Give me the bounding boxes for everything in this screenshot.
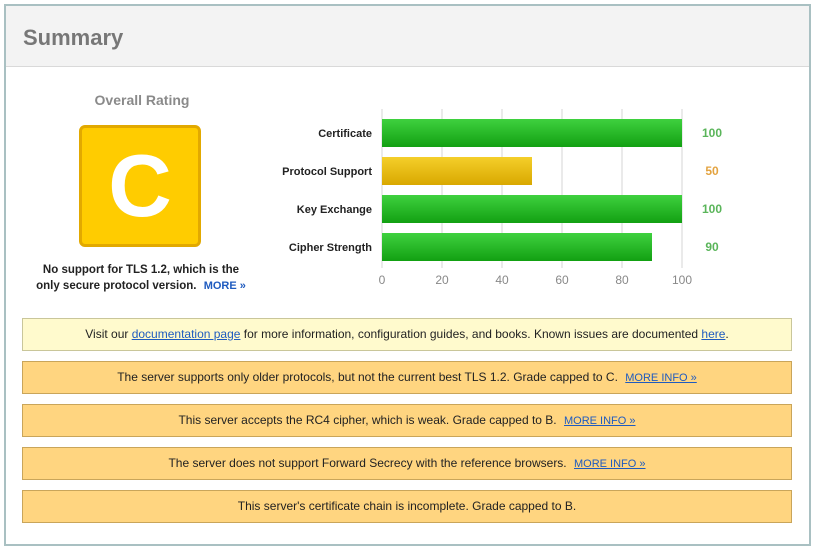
category-label-cipher-strength: Cipher Strength [289, 242, 372, 254]
notice-tls12-text: The server supports only older protocols… [117, 370, 618, 384]
known-issues-link[interactable]: here [701, 327, 725, 341]
notice-rc4-more-link[interactable]: MORE INFO » [564, 415, 636, 427]
value-label-protocol-support: 50 [705, 164, 719, 178]
value-label-key-exchange: 100 [702, 202, 722, 216]
category-label-protocol-support: Protocol Support [282, 166, 372, 178]
notice-tls12: The server supports only older protocols… [22, 361, 792, 394]
notice-forward-secrecy: The server does not support Forward Secr… [22, 447, 792, 480]
notice-rc4-text: This server accepts the RC4 cipher, whic… [178, 413, 557, 427]
value-label-cipher-strength: 90 [705, 240, 719, 254]
bar-cipher-strength [382, 233, 652, 261]
notice-doc-text-middle: for more information, configuration guid… [240, 327, 702, 341]
x-tick-label-80: 80 [615, 273, 629, 287]
x-tick-label-60: 60 [555, 273, 569, 287]
x-tick-label-100: 100 [672, 273, 692, 287]
x-tick-label-40: 40 [495, 273, 509, 287]
documentation-page-link[interactable]: documentation page [132, 327, 241, 341]
notice-fs-text: The server does not support Forward Secr… [168, 456, 567, 470]
chart-x-axis: 0 20 40 60 80 100 [379, 273, 693, 287]
x-tick-label-0: 0 [379, 273, 386, 287]
category-label-certificate: Certificate [318, 128, 372, 140]
notice-documentation: Visit our documentation page for more in… [22, 318, 792, 351]
summary-panel: Summary Overall Rating C No support for … [4, 4, 811, 546]
bar-key-exchange [382, 195, 682, 223]
notice-tls12-more-link[interactable]: MORE INFO » [625, 372, 697, 384]
bar-protocol-support [382, 157, 532, 185]
rating-bar-chart: Certificate 100 Protocol Support 50 Key Exch… [282, 109, 722, 287]
notice-fs-more-link[interactable]: MORE INFO » [574, 458, 646, 470]
notice-chain-incomplete: This server's certificate chain is incom… [22, 490, 792, 523]
category-label-key-exchange: Key Exchange [297, 204, 372, 216]
notice-chain-text: This server's certificate chain is incom… [237, 499, 577, 513]
notice-doc-text-before: Visit our [85, 327, 132, 341]
x-tick-label-20: 20 [435, 273, 449, 287]
bar-certificate [382, 119, 682, 147]
value-label-certificate: 100 [702, 126, 722, 140]
notice-rc4: This server accepts the RC4 cipher, whic… [22, 404, 792, 437]
notice-doc-text-after: . [725, 327, 729, 341]
